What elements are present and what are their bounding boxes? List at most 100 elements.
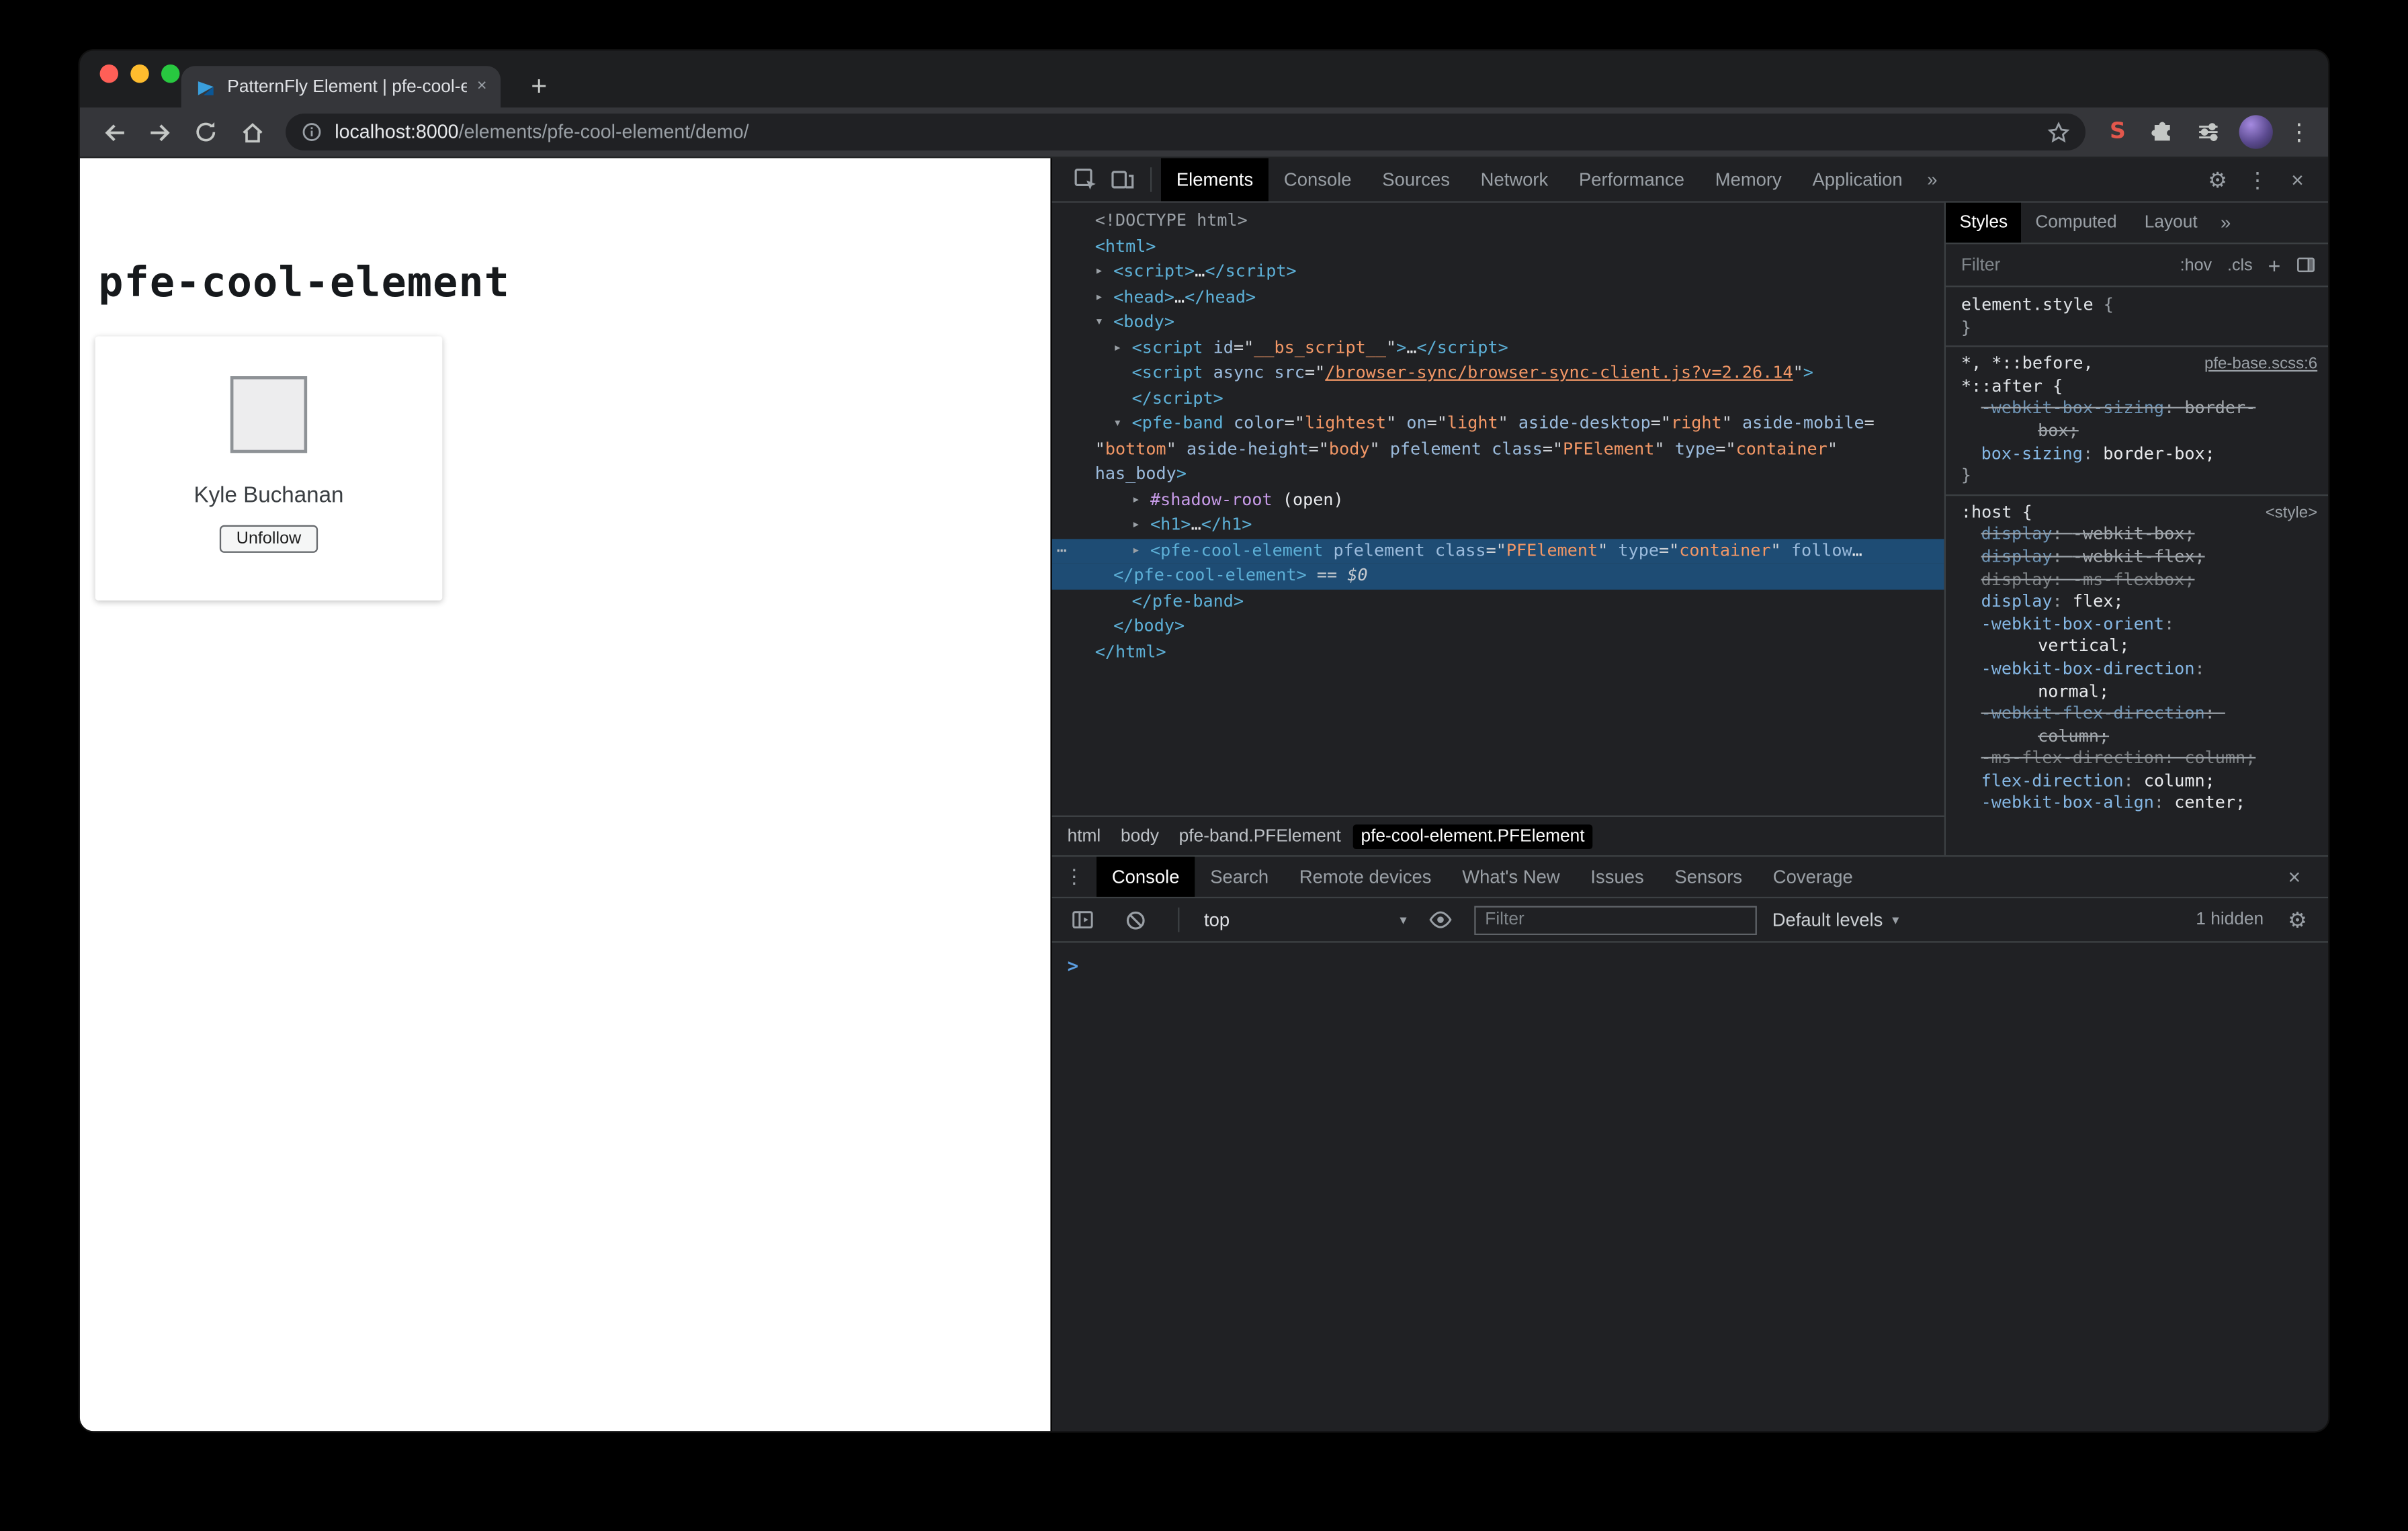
minimize-window-button[interactable] (130, 64, 148, 83)
style-declaration-line[interactable]: column; (1946, 726, 2328, 748)
breadcrumb-html[interactable]: html (1060, 824, 1109, 848)
dom-tree-line[interactable]: ▾<pfe-band color="lightest" on="light" a… (1052, 412, 1944, 437)
dom-tree-line[interactable]: <script async src="/browser-sync/browser… (1052, 361, 1944, 386)
devtools-tab-application[interactable]: Application (1797, 158, 1918, 201)
collapse-arrow-icon[interactable]: ▾ (1113, 412, 1121, 437)
console-sidebar-toggle-icon[interactable] (1064, 902, 1101, 938)
devtools-tab-elements[interactable]: Elements (1161, 158, 1268, 201)
styles-tab-computed[interactable]: Computed (2022, 203, 2131, 243)
inspect-element-icon[interactable] (1068, 161, 1105, 198)
style-declaration-line[interactable]: display: -webkit-box; (1946, 524, 2328, 546)
breadcrumb-pfe-cool-element-pfelement[interactable]: pfe-cool-element.PFElement (1353, 824, 1592, 848)
breadcrumb-pfe-band-pfelement[interactable]: pfe-band.PFElement (1171, 824, 1348, 848)
style-declaration-line[interactable]: display: -webkit-flex; (1946, 547, 2328, 569)
drawer-tab-console[interactable]: Console (1096, 857, 1195, 896)
style-declaration-line[interactable]: box-sizing: border-box; (1946, 443, 2328, 466)
home-button[interactable] (232, 112, 271, 152)
devtools-menu-icon[interactable]: ⋮ (2239, 161, 2276, 198)
unfollow-button[interactable]: Unfollow (220, 525, 318, 553)
drawer-tab-search[interactable]: Search (1195, 857, 1284, 896)
device-toolbar-icon[interactable] (1104, 161, 1141, 198)
drawer-menu-icon[interactable]: ⋮ (1052, 865, 1096, 889)
style-declaration-line[interactable]: -webkit-box-orient: (1946, 614, 2328, 636)
style-declaration-line[interactable]: } (1946, 317, 2328, 339)
console-filter-input[interactable] (1474, 905, 1757, 934)
extension-tune-icon[interactable] (2188, 112, 2228, 152)
devtools-tabs-overflow-icon[interactable]: » (1918, 169, 1947, 190)
extension-s-icon[interactable]: S (2100, 120, 2137, 144)
dom-tree-line[interactable]: ⋯▸<pfe-cool-element pfelement class="PFE… (1052, 538, 1944, 564)
style-declaration-line[interactable]: display: flex; (1946, 591, 2328, 613)
style-declaration-line[interactable]: :host {<style> (1946, 502, 2328, 524)
dom-tree-line[interactable]: ▸<h1>…</h1> (1052, 513, 1944, 538)
dom-tree-line[interactable]: </body> (1052, 614, 1944, 640)
drawer-tab-coverage[interactable]: Coverage (1758, 857, 1868, 896)
style-declaration-line[interactable]: normal; (1946, 681, 2328, 703)
new-style-rule-button[interactable]: + (2268, 253, 2281, 277)
expand-arrow-icon[interactable]: ▸ (1132, 538, 1140, 564)
drawer-close-icon[interactable]: × (2276, 859, 2313, 895)
style-declaration-line[interactable]: -webkit-box-align: center; (1946, 793, 2328, 816)
extension-puzzle-icon[interactable] (2143, 112, 2182, 152)
create-live-expression-eye-icon[interactable] (1422, 902, 1459, 938)
site-info-icon[interactable] (301, 122, 322, 143)
pseudo-state-toggle[interactable]: :hov (2180, 256, 2212, 274)
stylesheet-source-link[interactable]: pfe-base.scss:6 (2204, 353, 2328, 376)
styles-filter-input[interactable] (1958, 254, 2071, 275)
devtools-tab-performance[interactable]: Performance (1563, 158, 1700, 201)
node-more-actions-icon[interactable]: ⋯ (1057, 538, 1066, 564)
computed-sidebar-toggle-icon[interactable] (2296, 255, 2316, 275)
dom-tree-line[interactable]: has_body> (1052, 462, 1944, 488)
execution-context-selector[interactable]: top ▾ (1204, 909, 1407, 930)
style-declaration-line[interactable]: element.style { (1946, 295, 2328, 317)
address-bar[interactable]: localhost:8000/elements/pfe-cool-element… (286, 114, 2086, 150)
devtools-tab-network[interactable]: Network (1465, 158, 1563, 201)
breadcrumb-body[interactable]: body (1113, 824, 1167, 848)
drawer-tab-what-s-new[interactable]: What's New (1447, 857, 1575, 896)
collapse-arrow-icon[interactable]: ▾ (1095, 310, 1103, 336)
expand-arrow-icon[interactable]: ▸ (1113, 335, 1121, 361)
stylesheet-source-link[interactable]: <style> (2266, 502, 2328, 524)
dom-tree-line[interactable]: ▸<script id="__bs_script__">…</script> (1052, 335, 1944, 361)
drawer-tab-sensors[interactable]: Sensors (1660, 857, 1758, 896)
dom-tree-line[interactable]: ▸<head>…</head> (1052, 285, 1944, 310)
expand-arrow-icon[interactable]: ▸ (1132, 513, 1140, 538)
style-declaration-line[interactable]: } (1946, 466, 2328, 488)
forward-button[interactable] (140, 112, 179, 152)
browser-menu-icon[interactable]: ⋮ (2284, 118, 2315, 146)
dom-tree-line[interactable]: ▾<body> (1052, 310, 1944, 336)
log-levels-select[interactable]: Default levels ▾ (1772, 909, 1899, 930)
style-declaration-line[interactable]: -webkit-flex-direction: (1946, 703, 2328, 726)
bookmark-star-icon[interactable] (2047, 120, 2070, 143)
devtools-tab-sources[interactable]: Sources (1367, 158, 1465, 201)
styles-tab-styles[interactable]: Styles (1946, 203, 2022, 243)
style-declaration-line[interactable]: flex-direction: column; (1946, 771, 2328, 793)
styles-tab-layout[interactable]: Layout (2131, 203, 2211, 243)
drawer-tab-remote-devices[interactable]: Remote devices (1284, 857, 1447, 896)
devtools-tab-console[interactable]: Console (1268, 158, 1367, 201)
style-declaration-line[interactable]: *::after { (1946, 376, 2328, 398)
back-button[interactable] (93, 112, 133, 152)
styles-tabs-overflow-icon[interactable]: » (2211, 212, 2240, 233)
drawer-tab-issues[interactable]: Issues (1576, 857, 1660, 896)
browser-tab[interactable]: PatternFly Element | pfe-cool-e × (181, 66, 501, 107)
style-declaration-line[interactable]: -webkit-box-direction: (1946, 658, 2328, 681)
tab-close-icon[interactable]: × (477, 79, 487, 95)
dom-tree-line[interactable]: </pfe-band> (1052, 589, 1944, 615)
console-prompt-chevron[interactable]: > (1068, 955, 1079, 977)
dom-tree-line[interactable]: </script> (1052, 386, 1944, 412)
expand-arrow-icon[interactable]: ▸ (1095, 259, 1103, 285)
style-declaration-line[interactable]: -ms-flex-direction: column; (1946, 748, 2328, 771)
style-declaration-line[interactable]: *, *::before,pfe-base.scss:6 (1946, 353, 2328, 376)
dom-tree-line[interactable]: <html> (1052, 234, 1944, 260)
dom-tree-line[interactable]: <!DOCTYPE html> (1052, 209, 1944, 234)
expand-arrow-icon[interactable]: ▸ (1095, 285, 1103, 310)
style-declaration-line[interactable]: display: -ms-flexbox; (1946, 569, 2328, 591)
style-declaration-line[interactable]: box; (1946, 421, 2328, 443)
profile-avatar[interactable] (2239, 115, 2273, 148)
style-declaration-line[interactable]: -webkit-box-sizing: border- (1946, 398, 2328, 421)
devtools-settings-gear-icon[interactable]: ⚙ (2199, 161, 2236, 198)
new-tab-button[interactable]: + (519, 68, 559, 106)
style-declaration-line[interactable]: vertical; (1946, 636, 2328, 658)
devtools-close-icon[interactable]: × (2279, 161, 2316, 198)
